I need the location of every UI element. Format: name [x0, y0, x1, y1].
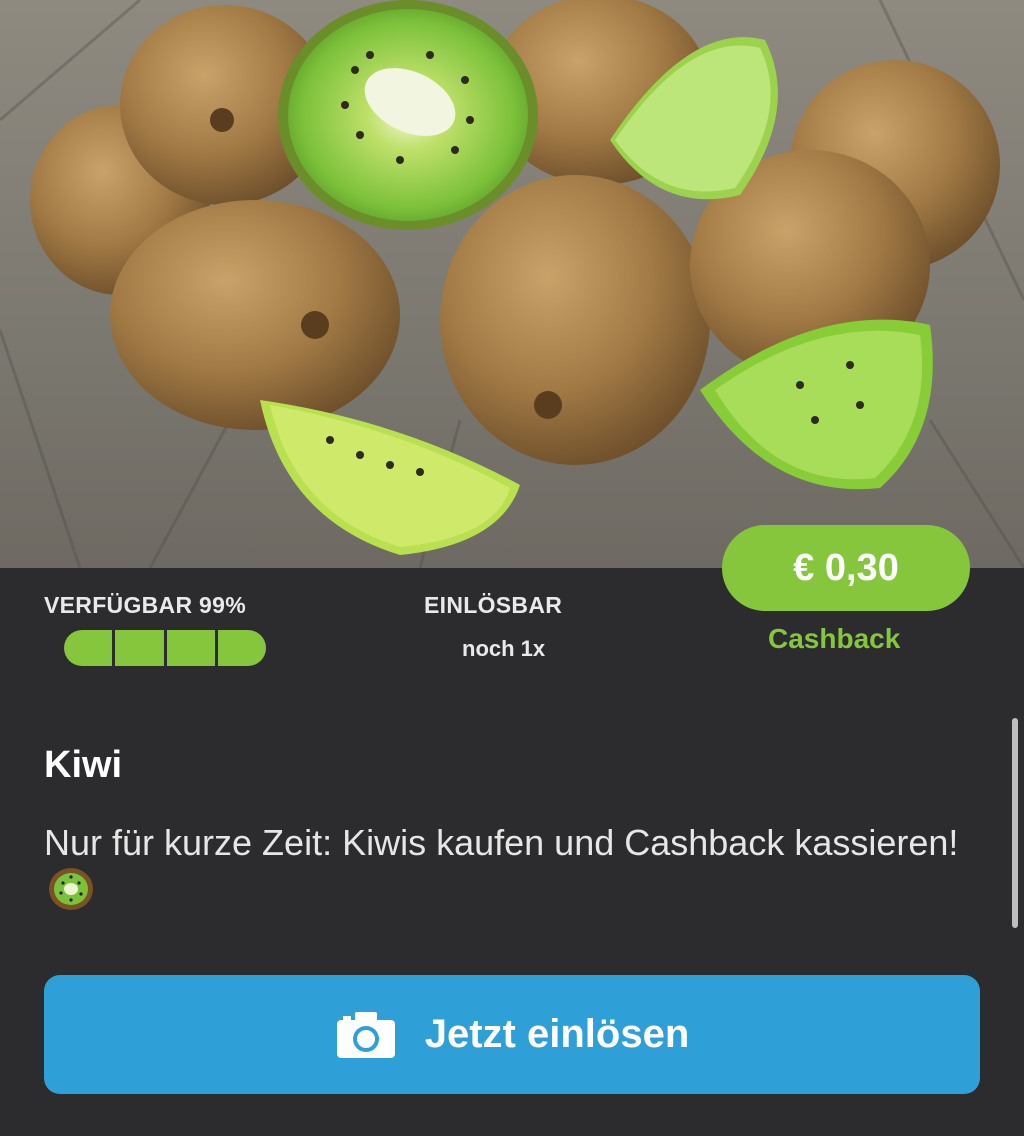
- kiwi-photo-illustration: [0, 0, 1024, 568]
- kiwi-photo: [0, 0, 1024, 568]
- availability-progress-bar: [64, 630, 266, 666]
- offer-description-text: Nur für kurze Zeit: Kiwis kaufen und Cas…: [44, 822, 959, 863]
- cashback-caption: Cashback: [768, 623, 901, 654]
- progress-segment: [217, 630, 266, 666]
- redeem-now-button[interactable]: Jetzt einlösen: [44, 975, 980, 1094]
- progress-segment: [64, 630, 113, 666]
- redeemable-count: noch 1x: [462, 636, 546, 661]
- cashback-price-badge: € 0,30: [722, 525, 970, 611]
- camera-icon: [335, 1010, 397, 1060]
- progress-segment: [115, 630, 164, 666]
- availability-label: VERFÜGBAR 99%: [44, 592, 246, 618]
- kiwi-fruit-emoji-icon: [46, 866, 96, 912]
- offer-description: Nur für kurze Zeit: Kiwis kaufen und Cas…: [44, 820, 964, 915]
- progress-segment: [166, 630, 215, 666]
- redeemable-label: EINLÖSBAR: [424, 592, 563, 618]
- scrollbar[interactable]: [1012, 718, 1018, 928]
- offer-title: Kiwi: [44, 744, 123, 786]
- redeem-now-label: Jetzt einlösen: [424, 1012, 690, 1056]
- cashback-price: € 0,30: [793, 546, 899, 589]
